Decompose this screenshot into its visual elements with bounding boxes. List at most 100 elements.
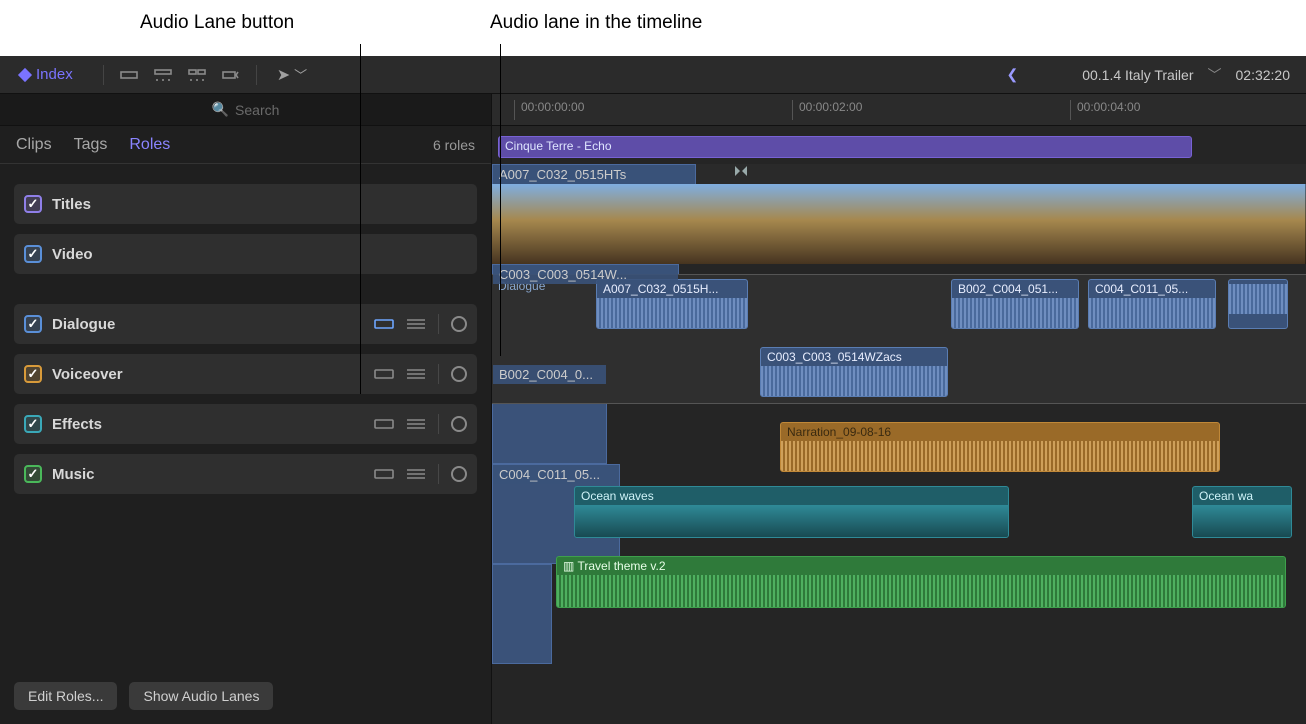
show-audio-lanes-button[interactable]: Show Audio Lanes <box>129 682 273 710</box>
video-track: A007_C032_0515HTs C003_C003_0514W... B00… <box>492 164 1306 264</box>
tab-tags[interactable]: Tags <box>74 136 108 154</box>
role-checkbox[interactable]: ✓ <box>24 415 42 433</box>
clip-label: A007_C032_0515HTs <box>493 165 695 184</box>
index-tabs: Clips Tags Roles 6 roles <box>0 126 491 164</box>
audio-lane-button[interactable] <box>374 317 394 331</box>
focus-button[interactable] <box>451 366 467 382</box>
subroles-button[interactable] <box>406 467 426 481</box>
select-tool[interactable]: ➤ ﹀ <box>277 65 307 85</box>
roles-list: ✓ Titles ✓ Video ✓ Dialogue ✓ Voiceover … <box>0 164 491 514</box>
timeline-canvas[interactable]: 00:00:00:00 00:00:02:00 00:00:04:00 Cinque… <box>492 94 1306 724</box>
role-controls <box>374 314 467 334</box>
annotation-right-label: Audio lane in the timeline <box>490 12 702 34</box>
chevron-down-icon: ﹀ <box>294 65 307 84</box>
dialogue-clip[interactable] <box>1228 279 1288 329</box>
role-checkbox[interactable]: ✓ <box>24 365 42 383</box>
audio-lane-button[interactable] <box>374 467 394 481</box>
clip-label: C004_C011_05... <box>1089 280 1215 298</box>
role-checkbox[interactable]: ✓ <box>24 465 42 483</box>
appearance-3-icon[interactable] <box>186 65 208 85</box>
index-label: Index <box>36 66 73 83</box>
role-label: Effects <box>52 416 102 433</box>
clip-label: C004_C011_05... <box>493 465 619 484</box>
tab-clips[interactable]: Clips <box>16 136 52 154</box>
role-checkbox[interactable]: ✓ <box>24 315 42 333</box>
role-label: Dialogue <box>52 316 115 333</box>
timeline-ruler[interactable]: 00:00:00:00 00:00:02:00 00:00:04:00 <box>492 94 1306 126</box>
chevron-down-icon[interactable]: ﹀ <box>1208 65 1222 85</box>
video-clip[interactable]: B002_C004_0... <box>492 364 607 464</box>
index-sidebar: 🔍 Search Clips Tags Roles 6 roles ✓ Titl… <box>0 94 492 724</box>
search-icon: 🔍 <box>212 101 229 118</box>
role-row-effects[interactable]: ✓ Effects <box>14 404 477 444</box>
role-label: Voiceover <box>52 366 123 383</box>
clip-label: C003_C003_0514WZacs <box>761 348 947 366</box>
clip-label: C003_C003_0514W... <box>493 265 678 284</box>
focus-button[interactable] <box>451 316 467 332</box>
clip-label: ▥ Travel theme v.2 <box>557 557 1285 575</box>
music-clip[interactable]: ▥ Travel theme v.2 <box>556 556 1286 608</box>
subroles-button[interactable] <box>406 417 426 431</box>
timeline-back-button[interactable]: ❮ <box>1006 66 1018 83</box>
dialogue-clip[interactable]: B002_C004_051... <box>951 279 1079 329</box>
index-diamond-icon <box>18 67 32 81</box>
dialogue-clip[interactable]: C004_C011_05... <box>1088 279 1216 329</box>
appearance-1-icon[interactable] <box>118 65 140 85</box>
project-name[interactable]: 00.1.4 Italy Trailer <box>1082 67 1193 83</box>
effects-clip[interactable]: Ocean wa <box>1192 486 1292 538</box>
voiceover-clip[interactable]: Narration_09-08-16 <box>780 422 1220 472</box>
roles-count: 6 roles <box>433 137 475 153</box>
clip-label: Ocean wa <box>1193 487 1291 505</box>
appearance-2-icon[interactable] <box>152 65 174 85</box>
search-placeholder: Search <box>235 102 279 118</box>
audio-lane-dialogue[interactable]: Dialogue A007_C032_0515H...B002_C004_051… <box>492 274 1306 404</box>
role-checkbox[interactable]: ✓ <box>24 195 42 213</box>
title-clip[interactable]: Cinque Terre - Echo <box>498 136 1192 158</box>
video-clip[interactable] <box>492 564 552 664</box>
role-label: Titles <box>52 196 91 213</box>
arrow-cursor-icon: ➤ <box>277 65 290 85</box>
project-timecode: 02:32:20 <box>1236 67 1291 83</box>
timeline-toolbar: Index ➤ ﹀ ❮ 00.1.4 Italy Trailer ﹀ 02:32… <box>0 56 1306 94</box>
role-controls <box>374 364 467 384</box>
index-button[interactable]: Index <box>10 62 83 87</box>
subroles-button[interactable] <box>406 367 426 381</box>
timeline-title-area: ❮ 00.1.4 Italy Trailer ﹀ 02:32:20 <box>1006 65 1290 85</box>
role-label: Music <box>52 466 95 483</box>
edit-roles-button[interactable]: Edit Roles... <box>14 682 117 710</box>
role-checkbox[interactable]: ✓ <box>24 245 42 263</box>
role-row-video[interactable]: ✓ Video <box>14 234 477 274</box>
audio-lane-button[interactable] <box>374 367 394 381</box>
through-edit-icon <box>734 164 748 178</box>
role-row-music[interactable]: ✓ Music <box>14 454 477 494</box>
focus-button[interactable] <box>451 466 467 482</box>
clip-label: B002_C004_0... <box>493 365 606 384</box>
role-row-titles[interactable]: ✓ Titles <box>14 184 477 224</box>
ruler-tick: 00:00:04:00 <box>1070 100 1140 120</box>
compound-clip-icon: ▥ <box>563 559 577 573</box>
ruler-tick: 00:00:02:00 <box>792 100 862 120</box>
clip-label: B002_C004_051... <box>952 280 1078 298</box>
tab-roles[interactable]: Roles <box>129 136 170 154</box>
dialogue-clip[interactable]: C003_C003_0514WZacs <box>760 347 948 397</box>
search-input[interactable]: 🔍 Search <box>0 94 491 126</box>
ruler-tick: 00:00:00:00 <box>514 100 584 120</box>
role-row-dialogue[interactable]: ✓ Dialogue <box>14 304 477 344</box>
effects-clip[interactable]: Ocean waves <box>574 486 1009 538</box>
dialogue-clip[interactable]: A007_C032_0515H... <box>596 279 748 329</box>
annotation-left-label: Audio Lane button <box>140 12 294 34</box>
focus-button[interactable] <box>451 416 467 432</box>
role-label: Video <box>52 246 93 263</box>
appearance-4-icon[interactable] <box>220 65 242 85</box>
clip-label: Narration_09-08-16 <box>781 423 1219 441</box>
role-row-voiceover[interactable]: ✓ Voiceover <box>14 354 477 394</box>
clip-label: Ocean waves <box>575 487 1008 505</box>
title-clip-label: Cinque Terre - Echo <box>505 139 612 153</box>
role-controls <box>374 464 467 484</box>
clip-label <box>493 565 551 569</box>
role-controls <box>374 414 467 434</box>
appearance-tool-group <box>103 65 257 85</box>
subroles-button[interactable] <box>406 317 426 331</box>
sidebar-footer: Edit Roles... Show Audio Lanes <box>0 668 491 724</box>
audio-lane-button[interactable] <box>374 417 394 431</box>
